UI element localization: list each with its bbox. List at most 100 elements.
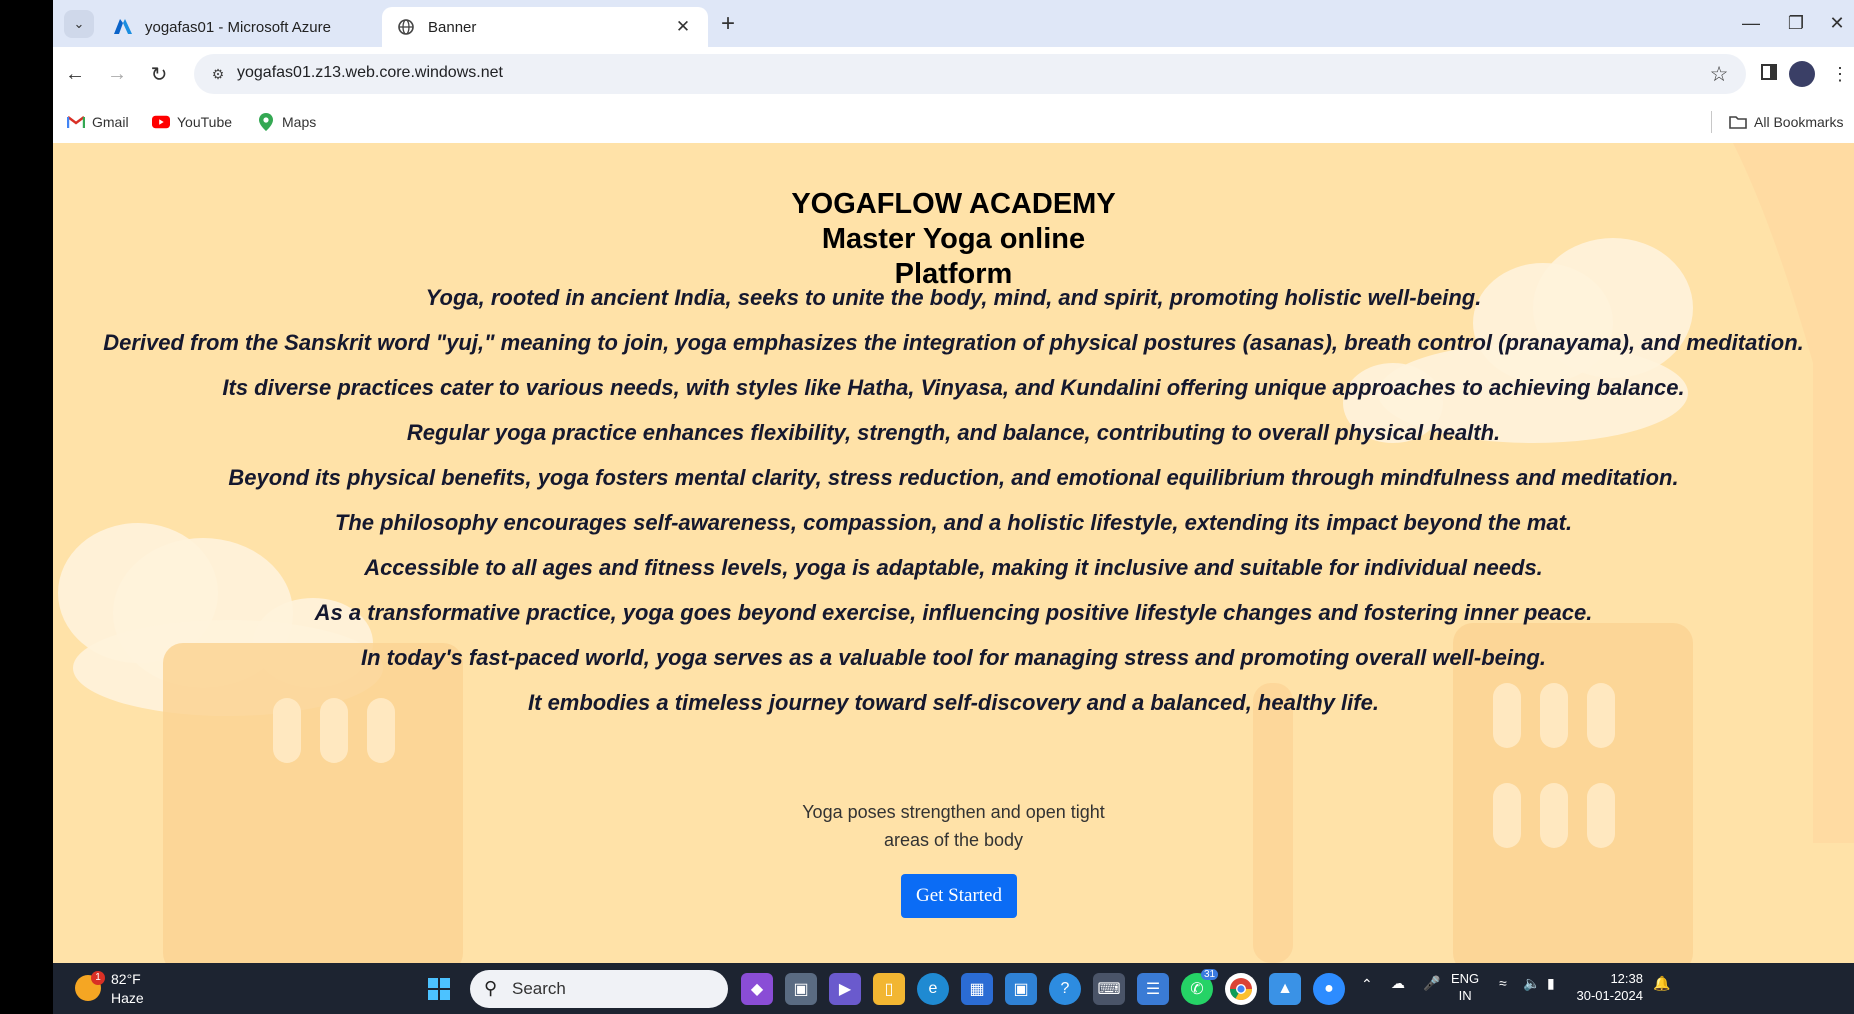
site-title: YOGAFLOW ACADEMY	[791, 188, 1116, 220]
globe-icon	[396, 17, 416, 37]
tab-azure[interactable]: yogafas01 - Microsoft Azure ✕	[99, 7, 429, 47]
intro-paragraph: In today's fast-paced world, yoga serves…	[361, 645, 1546, 670]
intro-paragraph: The philosophy encourages self-awareness…	[334, 510, 1573, 535]
language-indicator[interactable]: ENG IN	[1451, 970, 1479, 1004]
get-started-button[interactable]: Get Started	[901, 874, 1017, 918]
app-icon[interactable]: ●	[1313, 973, 1345, 1005]
restore-icon: ❐	[1787, 12, 1805, 33]
tab-title: yogafas01 - Microsoft Azure	[145, 18, 331, 36]
weather-temp: 82°F	[111, 971, 141, 987]
toolbar: ← → ↻ ⚙ yogafas01.z13.web.core.windows.n…	[53, 47, 1854, 101]
youtube-icon	[152, 115, 170, 129]
weather-condition: Haze	[111, 990, 144, 1006]
url-text[interactable]: yogafas01.z13.web.core.windows.net	[237, 64, 503, 82]
app-icon[interactable]: ⌨	[1093, 973, 1125, 1005]
screen: ⌄ yogafas01 - Microsoft Azure ✕ Banner ✕…	[0, 0, 1854, 1014]
app-icon[interactable]	[1225, 973, 1257, 1005]
bookmark-label: Gmail	[92, 114, 129, 130]
intro-paragraph: Beyond its physical benefits, yoga foste…	[228, 465, 1679, 490]
start-button[interactable]	[423, 973, 455, 1005]
arrow-left-icon: ←	[65, 62, 85, 85]
volume-icon[interactable]: 🔈	[1523, 975, 1540, 992]
terminal-icon: ⌨	[1097, 981, 1121, 998]
reload-button[interactable]: ↻	[143, 58, 175, 90]
close-icon[interactable]: ✕	[672, 16, 694, 38]
folder-icon	[1729, 115, 1747, 129]
all-bookmarks-button[interactable]: All Bookmarks	[1729, 111, 1843, 133]
app-icon[interactable]: ▯	[873, 973, 905, 1005]
tab-search-button[interactable]: ⌄	[64, 10, 94, 38]
help-icon: ?	[1060, 980, 1070, 997]
app-icon[interactable]: ◆	[741, 973, 773, 1005]
app-icon[interactable]: ▣	[1005, 973, 1037, 1005]
close-window-button[interactable]: ✕	[1817, 8, 1854, 38]
minimize-button[interactable]: —	[1731, 8, 1771, 38]
onedrive-icon[interactable]: ☁	[1391, 975, 1405, 992]
time-text: 12:38	[1610, 971, 1643, 986]
app-icon[interactable]: ▦	[961, 973, 993, 1005]
new-tab-button[interactable]: +	[713, 10, 743, 38]
bookmark-gmail[interactable]: Gmail	[67, 111, 129, 133]
app-icon[interactable]: ▲	[1269, 973, 1301, 1005]
intro-paragraph: Its diverse practices cater to various n…	[222, 375, 1685, 400]
arrow-right-icon: →	[107, 62, 127, 85]
app-icon[interactable]: ▶	[829, 973, 861, 1005]
app-icon[interactable]: ▣	[785, 973, 817, 1005]
bookmarks-bar: Gmail YouTube Maps All Bookmarks	[53, 101, 1854, 143]
bookmark-maps[interactable]: Maps	[257, 111, 316, 133]
bookmark-label: YouTube	[177, 114, 233, 130]
date-text: 30-01-2024	[1576, 988, 1644, 1003]
intro-paragraph: Accessible to all ages and fitness level…	[364, 555, 1543, 580]
store-icon: ▦	[969, 981, 985, 998]
app-icon[interactable]: e	[917, 973, 949, 1005]
intro-paragraph: It embodies a timeless journey toward se…	[528, 690, 1379, 715]
taskbar-search[interactable]: ⚲ Search	[470, 970, 728, 1008]
browser-window: ⌄ yogafas01 - Microsoft Azure ✕ Banner ✕…	[53, 0, 1854, 963]
search-icon: ⚲	[484, 978, 498, 998]
intro-paragraph: Yoga, rooted in ancient India, seeks to …	[425, 285, 1482, 310]
clock[interactable]: 12:38 30-01-2024	[1565, 970, 1644, 1004]
bookmark-star-icon[interactable]: ☆	[1706, 61, 1732, 87]
copilot-icon: ◆	[750, 981, 764, 998]
gmail-icon	[67, 115, 85, 129]
forward-button[interactable]: →	[101, 58, 133, 90]
intro-paragraph: As a transformative practice, yoga goes …	[314, 600, 1593, 625]
tagline-line2: areas of the body	[883, 830, 1024, 850]
microphone-icon[interactable]: 🎤	[1423, 975, 1440, 992]
file-explorer-icon: ▯	[884, 981, 894, 998]
chevron-up-icon: ⌃	[1361, 976, 1373, 992]
battery-icon[interactable]: ▮	[1547, 975, 1555, 992]
teams-icon: ▶	[838, 981, 852, 998]
notification-badge: 31	[1201, 969, 1219, 980]
site-info-icon[interactable]: ⚙	[208, 64, 228, 84]
azure-icon	[113, 17, 133, 37]
more-vert-icon: ⋮	[1831, 63, 1849, 84]
language-code: ENG	[1451, 971, 1480, 986]
notification-badge: 1	[91, 971, 105, 985]
restore-button[interactable]: ❐	[1776, 8, 1816, 38]
menu-button[interactable]: ⋮	[1825, 59, 1854, 89]
wifi-icon[interactable]: ≈	[1499, 975, 1507, 991]
page-title: Master Yoga online	[821, 223, 1086, 255]
zoom-icon: ●	[1324, 980, 1334, 997]
edge-icon: e	[928, 980, 938, 997]
chrome-icon	[1230, 978, 1252, 1000]
notification-bell-icon[interactable]: 🔔	[1653, 975, 1670, 992]
tab-banner[interactable]: Banner ✕	[382, 7, 708, 47]
bookmark-label: Maps	[282, 114, 317, 130]
side-panel-icon	[1761, 63, 1777, 85]
profile-avatar[interactable]	[1789, 61, 1815, 87]
side-panel-button[interactable]	[1754, 59, 1784, 89]
app-icon[interactable]: ☰	[1137, 973, 1169, 1005]
page-banner: YOGAFLOW ACADEMY Master Yoga online Plat…	[53, 143, 1854, 963]
back-button[interactable]: ←	[59, 58, 91, 90]
weather-widget[interactable]: 1 82°F Haze	[73, 969, 173, 1009]
tray-overflow-button[interactable]: ⌃	[1361, 976, 1373, 993]
intro-paragraph: Regular yoga practice enhances flexibili…	[406, 420, 1501, 445]
tagline: Yoga poses strengthen and open tight	[802, 802, 1105, 822]
app-icon[interactable]: ?	[1049, 973, 1081, 1005]
tab-strip: ⌄ yogafas01 - Microsoft Azure ✕ Banner ✕…	[53, 0, 1854, 47]
bookmark-youtube[interactable]: YouTube	[152, 111, 232, 133]
chevron-down-icon: ⌄	[73, 16, 85, 31]
address-bar[interactable]: ⚙ yogafas01.z13.web.core.windows.net ☆	[194, 54, 1746, 94]
